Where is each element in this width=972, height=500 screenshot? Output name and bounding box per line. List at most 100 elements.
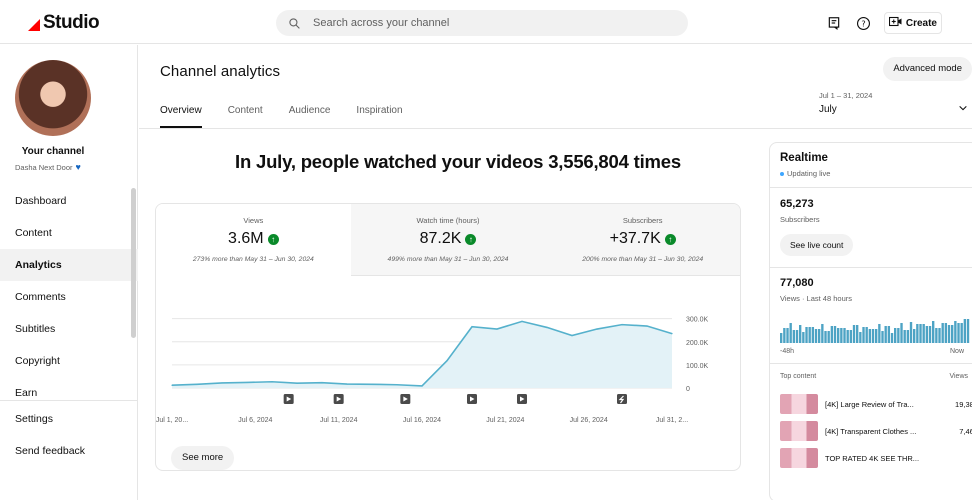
search-bar[interactable] (276, 10, 688, 36)
realtime-bar (947, 325, 951, 343)
video-title: TOP RATED 4K SEE THR... (825, 453, 920, 463)
y-tick-label: 0 (686, 386, 690, 393)
realtime-bar (852, 325, 856, 343)
date-range-sub: Jul 1 – 31, 2024 (819, 91, 873, 100)
top-actions: ? Create (824, 12, 942, 34)
top-bar: Studio ? Create (0, 0, 972, 44)
realtime-bar (833, 326, 837, 343)
create-button[interactable]: Create (883, 12, 942, 34)
advanced-mode-button[interactable]: Advanced mode (883, 57, 972, 81)
realtime-bar (928, 326, 932, 343)
divider (770, 267, 972, 268)
channel-name: Dasha Next Door ♥ (15, 162, 81, 172)
realtime-bar (821, 324, 824, 343)
realtime-bar (811, 327, 815, 343)
realtime-bar (935, 328, 938, 343)
divider (770, 363, 972, 364)
metric-label: Watch time (hours) (416, 216, 480, 225)
search-icon (288, 17, 301, 30)
metric-value-row: 87.2K ↑ (351, 230, 546, 248)
metric-value: 3.6M (228, 230, 264, 247)
y-tick-label: 200.0K (686, 340, 709, 347)
realtime-subscribers-value: 65,273 (780, 198, 814, 210)
search-input[interactable] (313, 17, 653, 29)
y-tick-label: 100.0K (686, 363, 709, 370)
metric-note: 499% more than May 31 – Jun 30, 2024 (387, 256, 509, 263)
channel-name-text: Dasha Next Door (15, 162, 73, 172)
metric-value: 87.2K (419, 230, 462, 247)
data-point (471, 326, 473, 328)
data-point (371, 383, 373, 385)
realtime-bar (966, 319, 970, 343)
realtime-bar (951, 325, 954, 343)
y-tick-label: 300.0K (686, 317, 709, 324)
channel-avatar[interactable] (15, 60, 91, 136)
data-point (296, 382, 298, 384)
realtime-bar (780, 333, 783, 343)
sidebar-item-comments[interactable]: Comments (0, 281, 138, 313)
top-content-row[interactable]: [4K] Transparent Clothes ... 7,467 (780, 421, 972, 441)
data-point (571, 334, 573, 337)
feedback-icon[interactable] (824, 13, 844, 33)
top-content-row[interactable]: TOP RATED 4K SEE THR... 7 (780, 448, 972, 468)
data-point (396, 384, 398, 386)
sidebar-item-send-feedback[interactable]: Send feedback (0, 435, 138, 467)
realtime-bar (805, 327, 808, 343)
metric-subscribers[interactable]: Subscribers +37.7K ↑ 200% more than May … (545, 204, 740, 276)
tab-audience[interactable]: Audience (289, 105, 331, 128)
sidebar-item-copyright[interactable]: Copyright (0, 345, 138, 377)
realtime-views-bars[interactable] (780, 319, 970, 343)
see-live-count-button[interactable]: See live count (780, 234, 854, 256)
realtime-bar (786, 328, 789, 343)
chevron-down-icon[interactable] (958, 100, 968, 118)
logo-text: Studio (43, 12, 100, 33)
realtime-bar (890, 333, 894, 343)
tab-content[interactable]: Content (228, 105, 263, 128)
realtime-bar (789, 323, 792, 343)
x-tick-label: Jul 31, 2... (656, 417, 688, 424)
realtime-bar (818, 329, 821, 343)
realtime-axis-end: Now (950, 348, 965, 355)
realtime-bar (925, 326, 929, 343)
views-chart[interactable]: 0 100.0K 200.0K 300.0K Jul 1, 20... Jul 6, 20… (156, 284, 741, 424)
sidebar-item-content[interactable]: Content (0, 217, 138, 249)
area-fill (172, 321, 672, 388)
date-range-picker[interactable]: Jul 1 – 31, 2024 July (819, 91, 872, 115)
arrow-up-icon: ↑ (664, 233, 676, 245)
sidebar-item-analytics[interactable]: Analytics (0, 249, 138, 281)
realtime-bar (944, 323, 948, 343)
realtime-panel: Realtime Updating live 65,273 Subscriber… (769, 142, 972, 500)
realtime-bar (865, 327, 868, 343)
data-point (246, 381, 248, 384)
video-views: 19,385 (955, 399, 972, 409)
sidebar-item-subtitles[interactable]: Subtitles (0, 313, 138, 345)
help-icon[interactable]: ? (854, 13, 874, 33)
realtime-bar (856, 325, 859, 343)
realtime-subscribers-label: Subscribers (780, 215, 820, 224)
top-content-row[interactable]: [4K] Large Review of Tra... 19,385 (780, 394, 972, 414)
data-point (496, 328, 498, 330)
studio-logo[interactable]: Studio (28, 12, 100, 34)
realtime-bar (843, 328, 846, 343)
divider (770, 187, 972, 188)
see-more-button[interactable]: See more (171, 446, 235, 470)
realtime-bar (859, 332, 862, 343)
realtime-bar (963, 319, 967, 343)
realtime-bar (954, 321, 957, 343)
x-tick-label: Jul 16, 2024 (403, 417, 441, 424)
tab-overview[interactable]: Overview (160, 105, 202, 128)
top-content-header: Top content Views (780, 373, 970, 380)
metric-watch-time[interactable]: Watch time (hours) 87.2K ↑ 499% more tha… (350, 204, 546, 276)
realtime-bar (875, 329, 878, 343)
sidebar-scrollbar[interactable] (131, 188, 136, 338)
sidebar-item-dashboard[interactable]: Dashboard (0, 185, 138, 217)
video-title: [4K] Transparent Clothes ... (825, 426, 917, 436)
realtime-bar (808, 327, 811, 343)
data-point (221, 382, 223, 384)
sidebar-item-settings[interactable]: Settings (0, 403, 138, 435)
data-point (671, 333, 673, 335)
metric-views[interactable]: Views 3.6M ↑ 273% more than May 31 – Jun… (156, 204, 351, 276)
tab-inspiration[interactable]: Inspiration (356, 105, 402, 128)
realtime-bar (792, 330, 796, 343)
top-content-label: Top content (780, 373, 817, 380)
